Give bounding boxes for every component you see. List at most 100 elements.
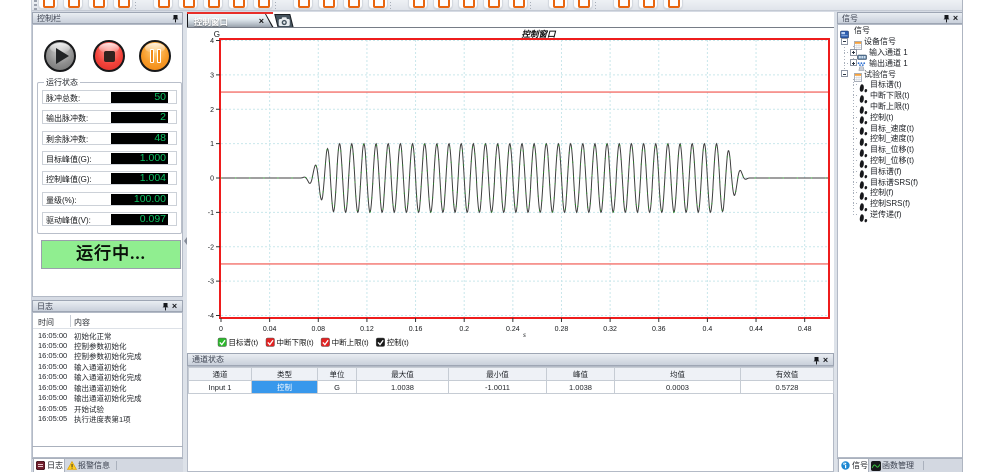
tree-item[interactable]: 逆传递(f): [870, 209, 902, 220]
channel-col-header[interactable]: 均值: [615, 368, 741, 381]
channel-cell[interactable]: G: [318, 381, 357, 394]
log-row[interactable]: 16:05:05 执行进度表第1项: [38, 414, 67, 423]
toolbar-icon[interactable]: [178, 0, 198, 9]
legend-checkbox[interactable]: [266, 338, 275, 347]
tree-item[interactable]: 控制_速度(t): [870, 133, 914, 144]
toolbar-icon[interactable]: [508, 0, 528, 9]
legend-checkbox[interactable]: [218, 338, 227, 347]
close-icon[interactable]: ×: [170, 302, 179, 311]
toolbar-icon[interactable]: [638, 0, 658, 9]
tab-close-icon[interactable]: ×: [259, 16, 264, 26]
tree-item[interactable]: 中断下限(t): [870, 90, 910, 101]
tree-expander-plus[interactable]: [850, 59, 857, 66]
toolbar-icon[interactable]: [663, 0, 683, 9]
channel-cell[interactable]: 0.0003: [615, 381, 741, 394]
toolbar-icon[interactable]: [548, 0, 568, 9]
pin-icon[interactable]: [171, 14, 180, 23]
channel-col-header[interactable]: 最小值: [449, 368, 547, 381]
close-icon[interactable]: ×: [951, 14, 960, 23]
log-row[interactable]: 16:05:00 控制参数初始化: [38, 341, 67, 350]
pin-icon[interactable]: [161, 302, 170, 311]
close-icon[interactable]: ×: [821, 356, 830, 365]
toolbar-icon[interactable]: [253, 0, 273, 9]
toolbar-icon[interactable]: [88, 0, 108, 9]
tab-function-manager[interactable]: 函数管理: [869, 459, 921, 472]
log-row[interactable]: 16:05:00 初始化正常: [38, 331, 67, 340]
channel-cell[interactable]: 0.5728: [741, 381, 834, 394]
log-row[interactable]: 16:05:00 输入通道初始化: [38, 362, 67, 371]
channel-cell[interactable]: 1.0038: [547, 381, 615, 394]
tree-item[interactable]: 试验信号: [864, 69, 896, 80]
channel-col-header[interactable]: 通道: [189, 368, 252, 381]
pin-icon[interactable]: [942, 14, 951, 23]
legend-item[interactable]: 中断下限(t): [266, 337, 314, 347]
tree-item[interactable]: 控制SRS(f): [870, 198, 910, 209]
tree-expander-plus[interactable]: [850, 49, 857, 56]
x-tick-label: 0: [219, 326, 223, 333]
tree-expander-minus[interactable]: [841, 70, 848, 77]
tree-item[interactable]: 中断上限(t): [870, 101, 910, 112]
tree-item[interactable]: 目标谱SRS(f): [870, 177, 918, 188]
toolbar-icon[interactable]: [113, 0, 133, 9]
toolbar-icon[interactable]: [573, 0, 593, 9]
channel-col-header[interactable]: 单位: [318, 368, 357, 381]
toolbar-icon[interactable]: [63, 0, 83, 9]
tree-item[interactable]: 控制(f): [870, 187, 894, 198]
toolbar-icon[interactable]: [318, 0, 338, 9]
legend-item[interactable]: 控制(t): [376, 337, 409, 347]
channel-col-header[interactable]: 峰值: [547, 368, 615, 381]
toolbar-icon[interactable]: [293, 0, 313, 9]
legend-checkbox[interactable]: [321, 338, 330, 347]
channel-col-header[interactable]: 类型: [252, 368, 318, 381]
tab-log[interactable]: 日志: [33, 459, 65, 472]
x-tick-label: 0.44: [749, 326, 763, 333]
toolbar-icon[interactable]: [228, 0, 248, 9]
toolbar-icon[interactable]: [38, 0, 58, 9]
tab-alarm-info[interactable]: 报警信息: [65, 459, 115, 472]
tab-control-window[interactable]: 控制窗口 ×: [187, 14, 274, 28]
toolbar-icon[interactable]: [203, 0, 223, 9]
toolbar-icon[interactable]: [153, 0, 173, 9]
stop-button[interactable]: [93, 40, 125, 72]
tree-item[interactable]: 信号: [854, 25, 870, 36]
log-row[interactable]: 16:05:00 输出通道初始化: [38, 383, 67, 392]
toolbar-icon[interactable]: [368, 0, 388, 9]
channel-col-header[interactable]: 有效值: [741, 368, 834, 381]
channel-cell[interactable]: Input 1: [189, 381, 252, 394]
tab-snapshot[interactable]: [274, 14, 293, 28]
tree-item[interactable]: 设备信号: [864, 36, 896, 47]
toolbar-grip[interactable]: [34, 0, 37, 10]
log-row[interactable]: 16:05:05 开始试验: [38, 404, 67, 413]
tree-item[interactable]: 输入通道 1: [869, 47, 908, 58]
channel-cell[interactable]: 控制: [252, 381, 318, 394]
tree-item[interactable]: 输出通道 1: [869, 58, 908, 69]
legend-item[interactable]: 中断上限(t): [321, 337, 369, 347]
legend-checkbox[interactable]: [376, 338, 385, 347]
channel-cell[interactable]: 1.0038: [357, 381, 449, 394]
tab-signal[interactable]: 信号: [838, 459, 869, 472]
log-row[interactable]: 16:05:00 输出通道初始化完成: [38, 393, 67, 402]
status-field-value: 1.000: [111, 153, 168, 164]
toolbar-icon[interactable]: [458, 0, 478, 9]
tree-expander-minus[interactable]: [841, 38, 848, 45]
status-field-label: 驱动峰值(V):: [46, 215, 91, 226]
tree-item[interactable]: 控制(t): [870, 112, 894, 123]
toolbar-icon[interactable]: [433, 0, 453, 9]
channel-col-header[interactable]: 最大值: [357, 368, 449, 381]
log-row[interactable]: 16:05:00 输入通道初始化完成: [38, 372, 67, 381]
legend-item[interactable]: 目标谱(t): [218, 337, 259, 347]
tree-item[interactable]: 控制_位移(t): [870, 155, 914, 166]
pin-icon[interactable]: [812, 356, 821, 365]
channel-cell[interactable]: -1.0011: [449, 381, 547, 394]
pause-button[interactable]: [139, 40, 171, 72]
tree-item[interactable]: 目标_位移(t): [870, 144, 914, 155]
tree-item[interactable]: 目标谱(f): [870, 166, 902, 177]
toolbar-icon[interactable]: [343, 0, 363, 9]
start-button[interactable]: [44, 40, 76, 72]
tree-item[interactable]: 目标谱(t): [870, 79, 902, 90]
toolbar-icon[interactable]: [613, 0, 633, 9]
tree-item[interactable]: 目标_速度(t): [870, 123, 914, 134]
toolbar-icon[interactable]: [483, 0, 503, 9]
log-row[interactable]: 16:05:00 控制参数初始化完成: [38, 351, 67, 360]
toolbar-icon[interactable]: [408, 0, 428, 9]
